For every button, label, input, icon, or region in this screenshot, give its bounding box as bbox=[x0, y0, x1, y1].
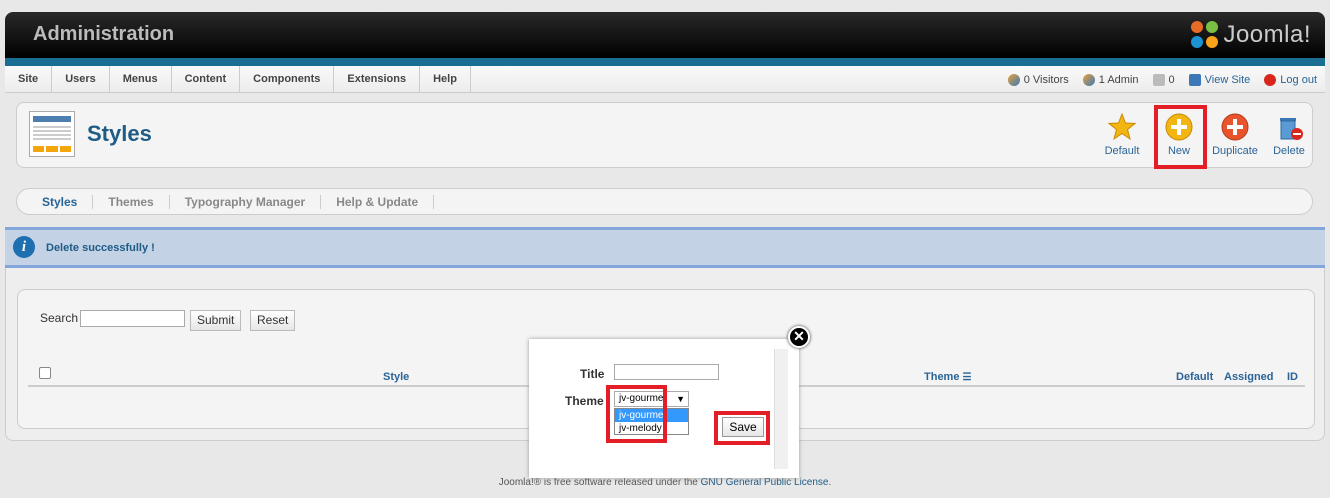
duplicate-button[interactable]: Duplicate bbox=[1209, 111, 1261, 163]
admins-status: 1 Admin bbox=[1082, 73, 1139, 86]
toolbar-box: Styles Default New Duplicate Delete bbox=[16, 102, 1313, 168]
logout-link[interactable]: Log out bbox=[1264, 73, 1317, 86]
menu-help[interactable]: Help bbox=[420, 66, 471, 93]
sort-icon: ☰ bbox=[962, 372, 972, 383]
admins-count: 1 Admin bbox=[1098, 73, 1139, 86]
logout-label: Log out bbox=[1280, 73, 1317, 86]
select-all-checkbox[interactable] bbox=[39, 367, 51, 379]
submenu-typography-manager[interactable]: Typography Manager bbox=[170, 194, 322, 209]
messages-status[interactable]: 0 bbox=[1152, 73, 1175, 86]
admin-header: Administration Joomla! bbox=[5, 12, 1325, 58]
save-button-highlight bbox=[714, 411, 770, 445]
menu-menus[interactable]: Menus bbox=[110, 66, 172, 93]
menu-users[interactable]: Users bbox=[52, 66, 110, 93]
menu-content[interactable]: Content bbox=[172, 66, 241, 93]
visitors-status: 0 Visitors bbox=[1007, 73, 1069, 86]
users-icon bbox=[1007, 73, 1020, 86]
star-icon bbox=[1107, 112, 1137, 141]
submenu-themes[interactable]: Themes bbox=[93, 194, 170, 209]
footer-suffix: . bbox=[828, 477, 832, 488]
column-theme[interactable]: Theme ☰ bbox=[924, 371, 972, 383]
title-input[interactable] bbox=[614, 364, 719, 380]
submenu-styles[interactable]: Styles bbox=[27, 194, 94, 209]
gpl-link[interactable]: GNU General Public License bbox=[701, 477, 829, 488]
theme-label: Theme bbox=[565, 394, 604, 408]
menu-extensions[interactable]: Extensions bbox=[334, 66, 421, 93]
default-button[interactable]: Default bbox=[1096, 111, 1148, 163]
delete-label: Delete bbox=[1273, 145, 1305, 157]
close-icon[interactable]: ✕ bbox=[788, 326, 810, 348]
message-text: Delete successfully ! bbox=[46, 242, 155, 254]
reset-button[interactable]: Reset bbox=[250, 310, 296, 331]
new-button-highlight bbox=[1154, 105, 1207, 169]
visitors-count: 0 Visitors bbox=[1023, 73, 1069, 86]
theme-dropdown-highlight bbox=[606, 385, 667, 443]
trash-icon bbox=[1275, 113, 1303, 141]
footer: Joomla!® is free software released under… bbox=[0, 477, 1330, 488]
delete-button[interactable]: Delete bbox=[1263, 111, 1315, 163]
page-title: Styles bbox=[87, 121, 152, 146]
duplicate-label: Duplicate bbox=[1212, 145, 1258, 157]
duplicate-icon bbox=[1221, 113, 1249, 141]
modal-scrollbar[interactable] bbox=[774, 349, 788, 469]
column-id[interactable]: ID bbox=[1287, 371, 1298, 383]
messages-count: 0 bbox=[1168, 73, 1175, 86]
system-message: i Delete successfully ! bbox=[5, 227, 1325, 268]
default-label: Default bbox=[1104, 145, 1140, 157]
column-default[interactable]: Default bbox=[1176, 371, 1213, 383]
styles-page-icon bbox=[29, 111, 75, 157]
joomla-logo-icon bbox=[1191, 21, 1219, 49]
header-stripe bbox=[5, 58, 1325, 66]
joomla-logo: Joomla! bbox=[1191, 20, 1311, 50]
column-assigned[interactable]: Assigned bbox=[1224, 371, 1274, 383]
header-title: Administration bbox=[33, 23, 175, 45]
dropdown-arrow-icon: ▼ bbox=[676, 394, 685, 404]
footer-text: Joomla!® is free software released under… bbox=[498, 477, 701, 488]
search-input[interactable] bbox=[80, 310, 185, 327]
power-icon bbox=[1264, 73, 1277, 86]
info-icon: i bbox=[13, 236, 35, 258]
column-style[interactable]: Style bbox=[383, 371, 409, 383]
monitor-icon bbox=[1188, 73, 1201, 86]
submit-button[interactable]: Submit bbox=[190, 310, 242, 331]
main-menubar: Site Users Menus Content Components Exte… bbox=[5, 66, 1325, 93]
styles-submenu: Styles Themes Typography Manager Help & … bbox=[16, 188, 1313, 215]
menu-site[interactable]: Site bbox=[5, 66, 53, 93]
title-label: Title bbox=[580, 367, 605, 381]
admin-user-icon bbox=[1082, 73, 1095, 86]
menu-components[interactable]: Components bbox=[240, 66, 335, 93]
messages-icon bbox=[1152, 73, 1165, 86]
column-theme-label: Theme bbox=[924, 371, 960, 383]
view-site-link[interactable]: View Site bbox=[1188, 73, 1251, 86]
submenu-help-update[interactable]: Help & Update bbox=[321, 194, 435, 209]
joomla-logo-text: Joomla! bbox=[1223, 21, 1311, 48]
view-site-label: View Site bbox=[1204, 73, 1251, 86]
search-label: Search bbox=[40, 311, 79, 325]
